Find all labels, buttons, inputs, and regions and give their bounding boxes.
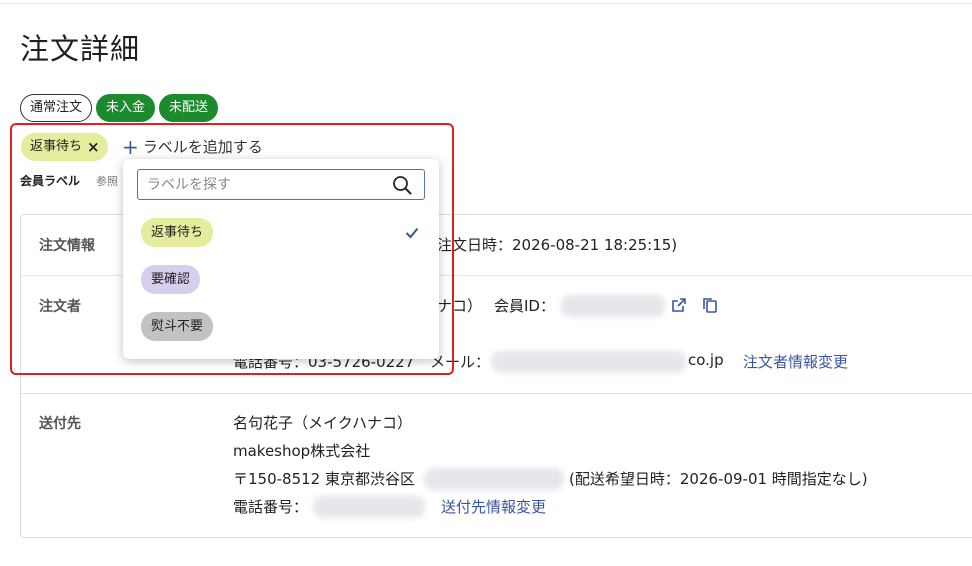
orderer-mail-redacted [491, 351, 686, 373]
copy-icon[interactable] [702, 297, 718, 318]
edit-orderer-link[interactable]: 注文者情報変更 [743, 351, 848, 372]
add-label-text: ラベルを追加する [142, 138, 263, 156]
label-search-box [137, 169, 425, 200]
applied-label-text: 返事待ち [30, 139, 83, 154]
remove-label-icon[interactable]: × [87, 139, 100, 155]
shipping-label: 送付先 [39, 416, 81, 432]
shipping-phone-redacted [313, 496, 425, 518]
status-badge-payment: 未入金 [96, 94, 156, 122]
row-divider [21, 393, 972, 394]
external-link-icon[interactable] [671, 297, 687, 317]
shipping-address-redacted [424, 468, 564, 490]
edit-shipping-link[interactable]: 送付先情報変更 [441, 496, 546, 517]
plus-icon: + [122, 134, 139, 159]
order-datetime: 注文日時：2026-08-21 18:25:15) [437, 236, 678, 254]
status-badge-order-type: 通常注文 [20, 94, 93, 122]
page-title: 注文詳細 [20, 32, 141, 66]
delivery-note: (配送希望日時：2026-09-01 時間指定なし) [569, 470, 868, 488]
status-badges: 通常注文 未入金 未配送 [20, 94, 219, 122]
orderer-mail-label: メール： [430, 353, 491, 371]
add-label-button[interactable]: + ラベルを追加する [122, 136, 263, 157]
shipping-address: 〒150-8512 東京都渋谷区 [233, 470, 415, 488]
orderer-name-tail: ナコ） [437, 297, 483, 315]
label-option-needs-check[interactable]: 要確認 [141, 265, 201, 294]
shipping-name: 名句花子（メイクハナコ） [233, 414, 412, 432]
order-info-label: 注文情報 [39, 238, 95, 254]
member-label-hint[interactable]: 参照 [96, 173, 118, 189]
member-id-label: 会員ID： [494, 297, 555, 315]
top-divider [0, 3, 972, 4]
orderer-label: 注文者 [39, 299, 81, 315]
label-option-no-noshi[interactable]: 熨斗不要 [141, 312, 214, 341]
shipping-company: makeshop株式会社 [233, 442, 371, 460]
shipping-phone-label: 電話番号： [233, 498, 309, 516]
check-icon [405, 224, 419, 243]
search-icon[interactable] [392, 175, 412, 199]
member-id-value-redacted [561, 295, 665, 317]
label-option-awaiting-reply[interactable]: 返事待ち [141, 218, 214, 247]
applied-label-chip: 返事待ち × [21, 133, 108, 161]
orderer-mail-tail: co.jp [688, 351, 724, 369]
label-dropdown: 返事待ち 要確認 熨斗不要 [123, 159, 439, 359]
label-search-input[interactable] [138, 170, 388, 199]
member-label-heading: 会員ラベル [20, 174, 81, 188]
status-badge-shipping: 未配送 [159, 94, 219, 122]
